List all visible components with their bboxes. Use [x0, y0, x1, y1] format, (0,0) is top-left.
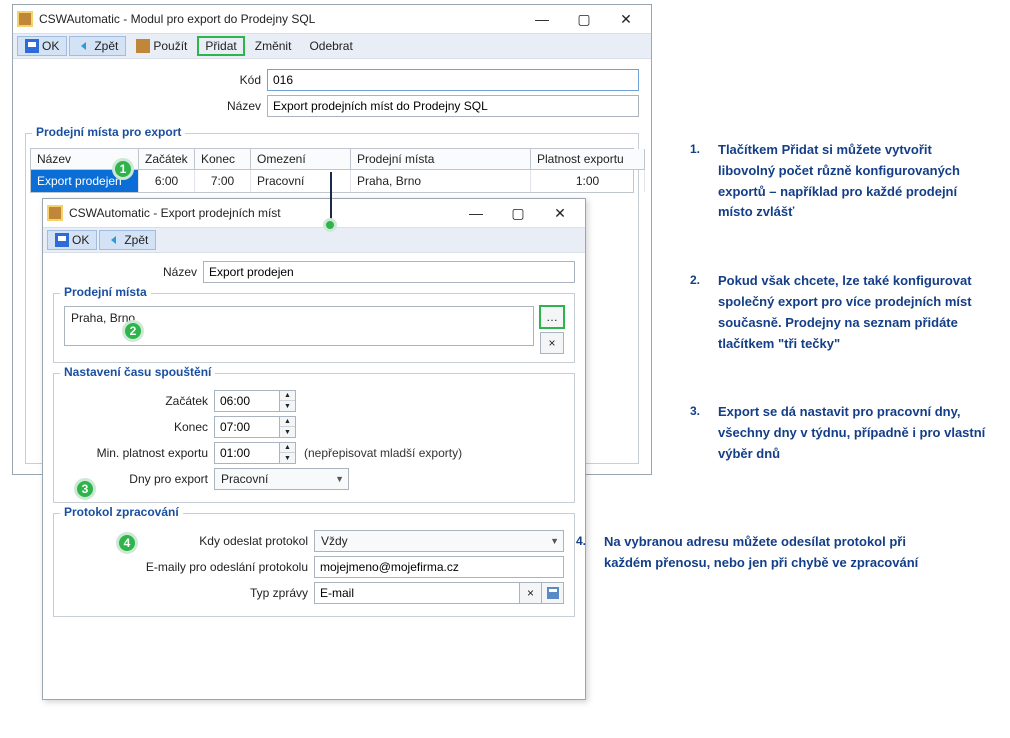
spin-up-icon[interactable]: ▲: [280, 391, 295, 401]
detail-icon: [547, 587, 559, 599]
back-button[interactable]: Zpět: [69, 36, 126, 56]
cell-platnost: 1:00: [531, 170, 645, 192]
detail-button[interactable]: [541, 583, 563, 603]
spin-up-icon[interactable]: ▲: [280, 443, 295, 453]
spin-down-icon[interactable]: ▼: [280, 453, 295, 463]
child-nazev-input[interactable]: [203, 261, 575, 283]
nazev-input[interactable]: [267, 95, 639, 117]
badge-1: 1: [112, 158, 134, 180]
badge-4: 4: [116, 532, 138, 554]
window-title: CSWAutomatic - Modul pro export do Prode…: [39, 12, 521, 26]
proto-type-field[interactable]: ×: [314, 582, 564, 604]
group-title: Prodejní místa pro export: [32, 125, 185, 139]
apply-icon: [136, 39, 150, 53]
group-title: Nastavení času spouštění: [60, 365, 215, 379]
ok-button[interactable]: OK: [17, 36, 67, 56]
legend-pane: 1. Tlačítkem Přidat si můžete vytvořit l…: [690, 140, 990, 513]
main-toolbar: OK Zpět Použít Přidat Změnit Odebrat: [13, 33, 651, 59]
cell-omezeni: Pracovní: [251, 170, 351, 192]
maximize-button[interactable]: ▢: [563, 5, 605, 33]
minplat-note: (nepřepisovat mladší exporty): [304, 446, 462, 460]
cell-mista: Praha, Brno: [351, 170, 531, 192]
col-konec[interactable]: Konec: [195, 149, 251, 170]
end-label: Konec: [64, 420, 214, 434]
child-nazev-label: Název: [53, 265, 203, 279]
remove-place-button[interactable]: ×: [540, 332, 564, 354]
start-label: Začátek: [64, 394, 214, 408]
proto-when-select[interactable]: Vždy ▼: [314, 530, 564, 552]
proto-type-input[interactable]: [315, 583, 519, 603]
legend-item-3: 3. Export se dá nastavit pro pracovní dn…: [690, 402, 990, 464]
close-button[interactable]: ✕: [539, 199, 581, 227]
spin-down-icon[interactable]: ▼: [280, 401, 295, 411]
use-button[interactable]: Použít: [128, 36, 195, 56]
proto-type-label: Typ zprávy: [64, 586, 314, 600]
minplat-input[interactable]: [215, 443, 279, 463]
close-icon: ×: [527, 586, 534, 600]
save-icon: [55, 233, 69, 247]
connector-dot: [323, 218, 337, 232]
spin-up-icon[interactable]: ▲: [280, 417, 295, 427]
chevron-down-icon: ▼: [335, 474, 344, 484]
cell-konec: 7:00: [195, 170, 251, 192]
end-spinner[interactable]: ▲▼: [214, 416, 296, 438]
col-mista[interactable]: Prodejní místa: [351, 149, 531, 170]
days-select[interactable]: Pracovní ▼: [214, 468, 349, 490]
end-input[interactable]: [215, 417, 279, 437]
proto-mail-input[interactable]: [314, 556, 564, 578]
back-button[interactable]: Zpět: [99, 230, 156, 250]
kod-label: Kód: [25, 73, 267, 87]
minplat-label: Min. platnost exportu: [64, 446, 214, 460]
save-icon: [25, 39, 39, 53]
browse-button[interactable]: …: [540, 306, 564, 328]
close-icon: ×: [548, 336, 555, 350]
minimize-button[interactable]: —: [455, 199, 497, 227]
maximize-button[interactable]: ▢: [497, 199, 539, 227]
cell-zacatek: 6:00: [139, 170, 195, 192]
undo-icon: [107, 233, 121, 247]
legend-item-1: 1. Tlačítkem Přidat si můžete vytvořit l…: [690, 140, 990, 223]
remove-button[interactable]: Odebrat: [301, 36, 360, 56]
minimize-button[interactable]: —: [521, 5, 563, 33]
child-title: CSWAutomatic - Export prodejních míst: [69, 206, 455, 220]
undo-icon: [77, 39, 91, 53]
proto-mail-label: E-maily pro odeslání protokolu: [64, 560, 314, 574]
start-input[interactable]: [215, 391, 279, 411]
child-window: CSWAutomatic - Export prodejních míst — …: [42, 198, 586, 700]
kod-input[interactable]: [267, 69, 639, 91]
col-zacatek[interactable]: Začátek: [139, 149, 195, 170]
connector-line: [330, 172, 332, 222]
badge-2: 2: [122, 320, 144, 342]
add-button[interactable]: Přidat: [197, 36, 244, 56]
ellipsis-icon: …: [546, 310, 558, 324]
nazev-label: Název: [25, 99, 267, 113]
minplat-spinner[interactable]: ▲▼: [214, 442, 296, 464]
chevron-down-icon: ▼: [550, 536, 559, 546]
group-title: Prodejní místa: [60, 285, 151, 299]
close-button[interactable]: ✕: [605, 5, 647, 33]
clear-button[interactable]: ×: [519, 583, 541, 603]
legend-item-4: 4. Na vybranou adresu můžete odesílat pr…: [576, 532, 956, 574]
legend-item-2: 2. Pokud však chcete, lze také konfiguro…: [690, 271, 990, 354]
col-platnost[interactable]: Platnost exportu: [531, 149, 645, 170]
time-group: Nastavení času spouštění Začátek ▲▼ Kone…: [53, 373, 575, 503]
protocol-group: Protokol zpracování Kdy odeslat protokol…: [53, 513, 575, 617]
proto-when-label: Kdy odeslat protokol: [64, 534, 314, 548]
app-icon: [47, 205, 63, 221]
start-spinner[interactable]: ▲▼: [214, 390, 296, 412]
app-icon: [17, 11, 33, 27]
col-omezeni[interactable]: Omezení: [251, 149, 351, 170]
spin-down-icon[interactable]: ▼: [280, 427, 295, 437]
group-title: Protokol zpracování: [60, 505, 183, 519]
badge-3: 3: [74, 478, 96, 500]
change-button[interactable]: Změnit: [247, 36, 300, 56]
ok-button[interactable]: OK: [47, 230, 97, 250]
